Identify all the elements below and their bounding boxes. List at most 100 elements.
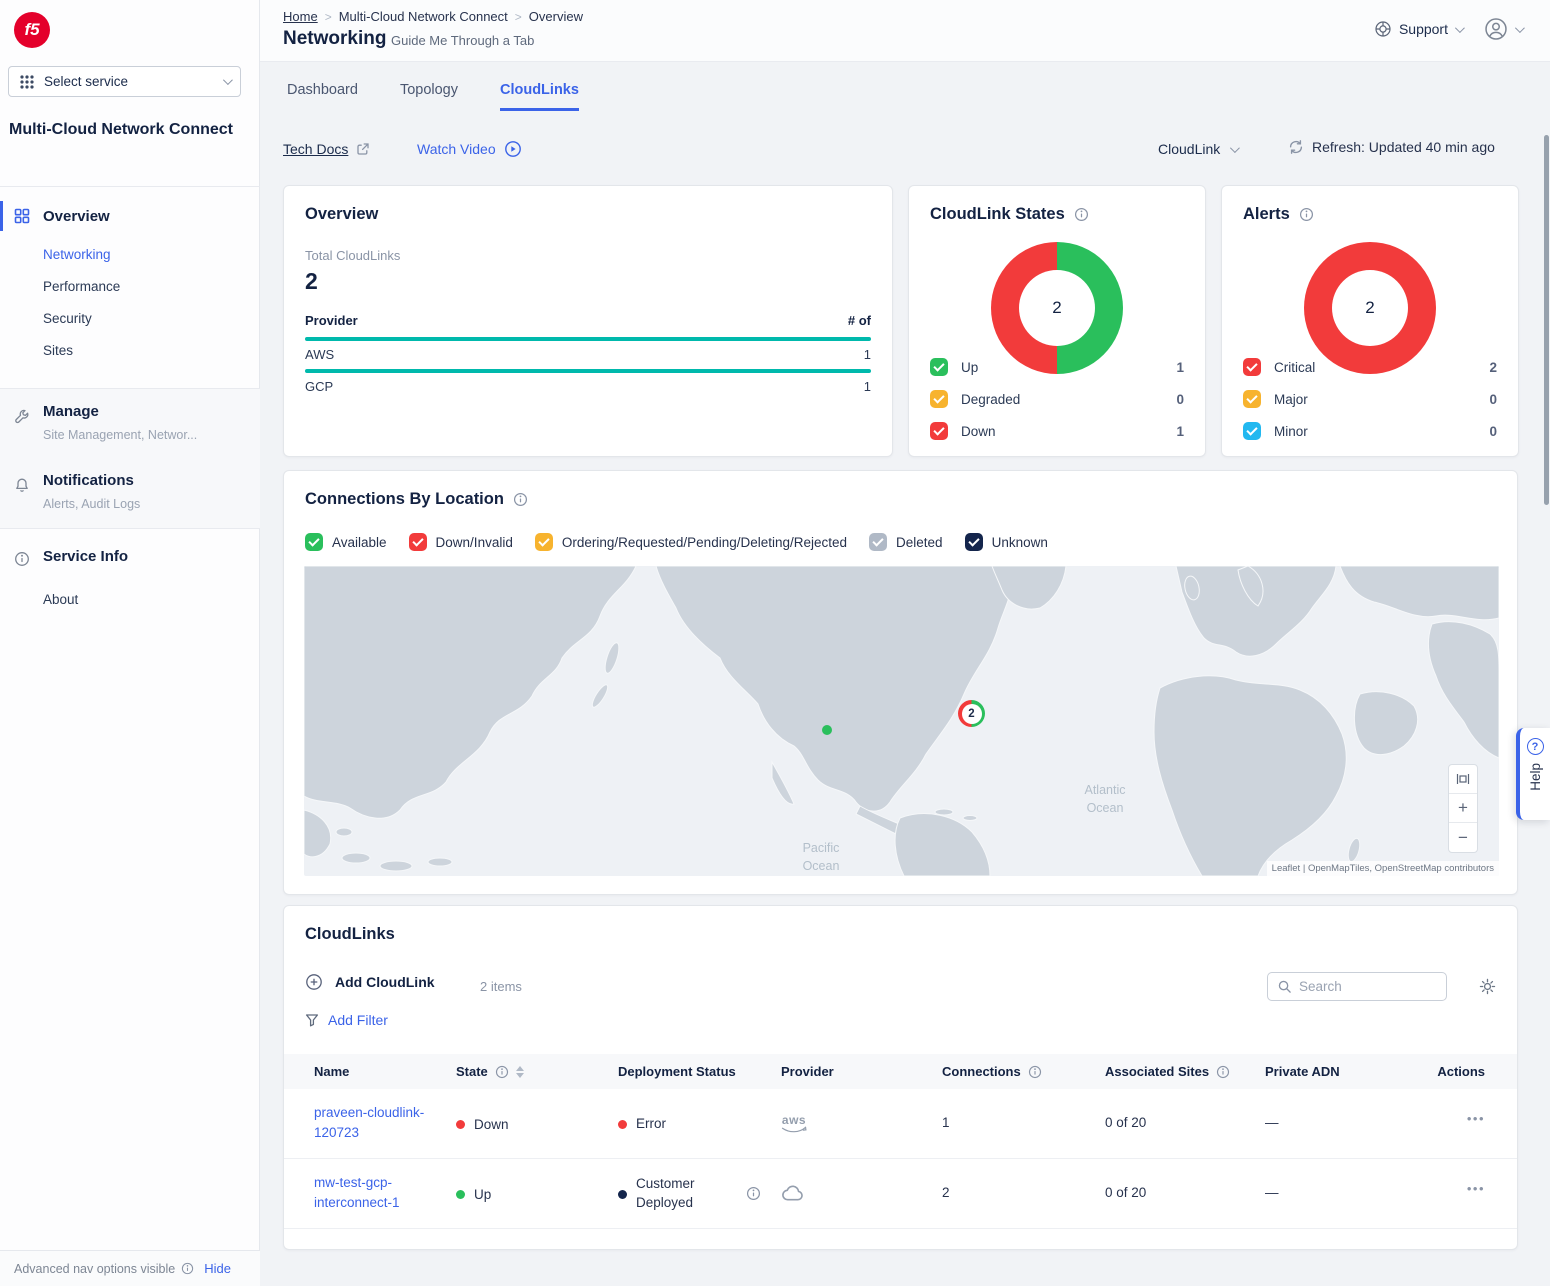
alerts-donut-total: 2 xyxy=(1304,242,1436,374)
map-point-marker[interactable] xyxy=(822,725,832,735)
zoom-out-button[interactable]: − xyxy=(1449,823,1477,852)
cloudlink-name-link[interactable]: praveen-cloudlink-120723 xyxy=(314,1103,436,1144)
breadcrumb-mcn[interactable]: Multi-Cloud Network Connect xyxy=(325,9,508,24)
info-icon[interactable] xyxy=(1028,1065,1042,1079)
pacific-ocean-label: PacificOcean xyxy=(771,840,871,875)
service-info-label: Service Info xyxy=(43,548,128,565)
sidebar-item-notifications[interactable]: Notifications Alerts, Audit Logs xyxy=(0,459,260,529)
map-cluster-marker[interactable]: 2 xyxy=(958,700,985,727)
world-map[interactable]: AtlanticOcean PacificOcean 2 + − Leaflet… xyxy=(304,566,1499,876)
add-cloudlink-button[interactable]: Add CloudLink xyxy=(305,973,435,991)
connections-value: 2 xyxy=(942,1185,950,1200)
tech-docs-link[interactable]: Tech Docs xyxy=(283,141,370,157)
states-donut-chart[interactable]: 2 xyxy=(991,242,1123,374)
state-dot xyxy=(456,1120,465,1129)
help-tab[interactable]: ? Help xyxy=(1516,728,1550,820)
degraded-checkbox[interactable] xyxy=(930,390,948,408)
refresh-control[interactable]: Refresh: Updated 40 min ago xyxy=(1288,139,1495,155)
lifebuoy-icon xyxy=(1374,20,1392,38)
legend-label: Degraded xyxy=(961,392,1020,407)
tab-topology[interactable]: Topology xyxy=(400,82,458,111)
alerts-card-title[interactable]: Alerts xyxy=(1243,205,1290,224)
active-indicator xyxy=(0,201,3,231)
search-input[interactable] xyxy=(1299,979,1437,994)
alerts-donut-chart[interactable]: 2 xyxy=(1304,242,1436,374)
deleted-checkbox[interactable] xyxy=(869,533,887,551)
tab-cloudlinks[interactable]: CloudLinks xyxy=(500,82,579,111)
table-row: mw-test-gcp-interconnect-1 Up Customer D… xyxy=(284,1159,1517,1229)
down-invalid-checkbox[interactable] xyxy=(409,533,427,551)
breadcrumb-home[interactable]: Home xyxy=(283,9,318,24)
divider xyxy=(0,186,260,187)
info-icon[interactable] xyxy=(1074,207,1089,222)
sidebar-item-sites[interactable]: Sites xyxy=(43,343,73,358)
scrollbar-thumb[interactable] xyxy=(1544,135,1549,505)
deployment-dot xyxy=(618,1190,627,1199)
support-label: Support xyxy=(1399,21,1448,37)
object-type-select[interactable]: CloudLink xyxy=(1158,141,1237,157)
major-checkbox[interactable] xyxy=(1243,390,1261,408)
manage-subtitle: Site Management, Networ... xyxy=(43,428,197,442)
breadcrumb-overview[interactable]: Overview xyxy=(515,9,583,24)
info-icon[interactable] xyxy=(495,1065,509,1079)
tech-docs-label: Tech Docs xyxy=(283,141,348,157)
map-attribution[interactable]: Leaflet | OpenMapTiles, OpenStreetMap co… xyxy=(1267,861,1499,876)
cloudlinks-table-card: CloudLinks Add CloudLink 2 items Add Fil… xyxy=(283,905,1518,1250)
user-menu[interactable] xyxy=(1483,16,1522,42)
critical-checkbox[interactable] xyxy=(1243,358,1261,376)
column-state: State xyxy=(456,1064,524,1079)
sidebar-item-overview[interactable]: Overview xyxy=(0,198,260,234)
provider-count: 1 xyxy=(864,347,871,362)
zoom-in-button[interactable]: + xyxy=(1449,794,1477,823)
fit-bounds-button[interactable] xyxy=(1449,765,1477,794)
sidebar-item-about[interactable]: About xyxy=(43,592,78,607)
minor-checkbox[interactable] xyxy=(1243,422,1261,440)
provider-cell xyxy=(781,1159,805,1229)
sidebar-item-service-info[interactable]: Service Info xyxy=(0,534,260,584)
deployment-label: Error xyxy=(636,1115,718,1134)
play-circle-icon xyxy=(504,140,522,158)
count-column-header: # of xyxy=(848,313,871,328)
provider-bar-aws xyxy=(305,337,871,341)
info-icon[interactable] xyxy=(513,492,528,507)
sidebar-item-networking[interactable]: Networking xyxy=(43,247,111,262)
refresh-status: Refresh: Updated 40 min ago xyxy=(1312,139,1495,155)
info-icon[interactable] xyxy=(1299,207,1314,222)
up-checkbox[interactable] xyxy=(930,358,948,376)
support-menu[interactable]: Support xyxy=(1374,20,1462,38)
sidebar-item-security[interactable]: Security xyxy=(43,311,92,326)
fit-bounds-icon xyxy=(1455,771,1471,787)
info-icon[interactable] xyxy=(181,1262,194,1275)
help-tab-label: Help xyxy=(1528,763,1543,791)
sidebar-item-performance[interactable]: Performance xyxy=(43,279,120,294)
bell-icon xyxy=(14,477,30,493)
column-private-adn: Private ADN xyxy=(1265,1064,1340,1079)
row-actions-menu[interactable]: ••• xyxy=(1467,1111,1485,1126)
legend-row-degraded: Degraded 0 xyxy=(930,388,1184,410)
cloudlink-name-link[interactable]: mw-test-gcp-interconnect-1 xyxy=(314,1173,436,1214)
available-checkbox[interactable] xyxy=(305,533,323,551)
legend-label: Up xyxy=(961,360,978,375)
provider-name: AWS xyxy=(305,347,334,362)
gear-icon[interactable] xyxy=(1478,977,1497,996)
sidebar-item-manage[interactable]: Manage Site Management, Networ... xyxy=(0,388,260,460)
hide-nav-link[interactable]: Hide xyxy=(204,1261,231,1276)
ordering-checkbox[interactable] xyxy=(535,533,553,551)
down-checkbox[interactable] xyxy=(930,422,948,440)
plus-circle-icon xyxy=(305,973,323,991)
guide-me-link[interactable]: Guide Me Through a Tab xyxy=(391,33,534,48)
cloudlink-states-card: CloudLink States 2 Up 1 Degraded 0 Down … xyxy=(908,185,1206,457)
info-icon[interactable] xyxy=(746,1186,761,1201)
service-selector[interactable]: Select service xyxy=(8,66,241,97)
total-cloudlinks-value: 2 xyxy=(305,268,318,295)
grid-dots-icon xyxy=(19,74,35,90)
tab-dashboard[interactable]: Dashboard xyxy=(287,82,358,111)
sort-control[interactable] xyxy=(516,1066,524,1078)
row-actions-menu[interactable]: ••• xyxy=(1467,1181,1485,1196)
unknown-checkbox[interactable] xyxy=(965,533,983,551)
info-icon[interactable] xyxy=(1216,1065,1230,1079)
watch-video-link[interactable]: Watch Video xyxy=(417,140,522,158)
states-card-title: CloudLink States xyxy=(930,205,1065,224)
legend-label: Ordering/Requested/Pending/Deleting/Reje… xyxy=(562,535,847,550)
add-filter-button[interactable]: Add Filter xyxy=(305,1012,388,1028)
